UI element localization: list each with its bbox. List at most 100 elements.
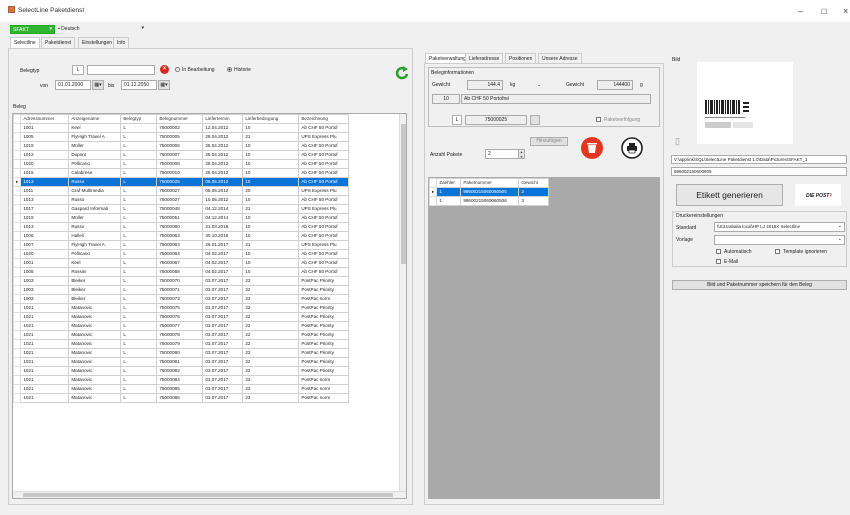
row-header[interactable] [13, 285, 22, 295]
maximize-icon[interactable]: ☐ [821, 8, 827, 16]
table-row[interactable]: 1003 Bleiker L 75000071 03.07.2017 22 PostPac … [13, 285, 350, 295]
package-row[interactable]: 1 99600215060060506 3 [429, 196, 550, 206]
clear-icon[interactable]: ✕ [160, 65, 169, 74]
belegtyp-search-input[interactable] [87, 65, 155, 75]
table-row[interactable]: 1005 FlyHigh Travel A L 75000005 29.04.2012 2… [13, 132, 350, 142]
row-header[interactable] [429, 196, 438, 206]
gewicht2-input[interactable]: 144400 [597, 80, 633, 90]
table-row[interactable]: 1021 Matanovic L 75000080 03.07.2017 22 PostPa… [13, 348, 350, 358]
row-header[interactable] [13, 348, 22, 358]
row-header[interactable] [13, 276, 22, 286]
table-row[interactable]: 1021 Matanovic L 75000085 03.07.2017 23 PostPa… [13, 384, 350, 394]
template-ignorieren-checkbox[interactable]: Template ignorieren [775, 249, 827, 255]
table-row[interactable]: ▸ 1013 Russo L 75000025 06.05.2012 10 Ab CHF 50… [13, 177, 350, 187]
row-header[interactable] [13, 249, 22, 259]
menu-tab[interactable]: Selectline [10, 37, 40, 48]
row-header[interactable] [13, 294, 22, 304]
table-row[interactable]: 1001 Keel L 75000002 12.04.2012 10 Ab CHF 50 P… [13, 123, 350, 133]
row-header[interactable] [13, 123, 22, 133]
package-row[interactable]: ▸ 1 99600215060060505 2 [429, 187, 550, 197]
menu-tab[interactable]: Info [113, 37, 130, 48]
row-header[interactable] [13, 321, 22, 331]
table-row[interactable]: 1021 Matanovic L 75000077 03.07.2017 22 PostPa… [13, 321, 350, 331]
horizontal-scrollbar[interactable] [13, 491, 406, 498]
row-header[interactable] [13, 366, 22, 376]
table-row[interactable]: 1001 Keel L 75000067 04.02.2017 10 Ab CHF 50 P… [13, 258, 350, 268]
table-row[interactable]: 1019 Müller L 75000051 04.12.2014 10 Ab CHF 50… [13, 213, 350, 223]
print-icon[interactable] [621, 137, 643, 159]
menu-tab[interactable]: Einstellungen [78, 37, 117, 48]
radio-in-bearbeitung[interactable]: In Bearbeitung [175, 67, 215, 73]
table-row[interactable]: 1017 Gaspard Informati L 75000048 04.12.2014… [13, 204, 350, 214]
table-row[interactable]: 1003 Bleiker L 75000070 03.07.2017 22 PostPac … [13, 276, 350, 286]
column-header[interactable]: Lieferbedingung [242, 114, 300, 124]
close-icon[interactable]: × [843, 6, 848, 16]
row-header[interactable] [13, 312, 22, 322]
row-header[interactable] [13, 393, 22, 403]
table-row[interactable]: 1015 Calabrese L 75000010 25.04.2012 10 Ab CHF… [13, 168, 350, 178]
column-header[interactable]: Belegnummer [156, 114, 204, 124]
belegtyp-field[interactable]: L [72, 65, 84, 75]
table-row[interactable]: 1021 Matanovic L 75000075 03.07.2017 22 PostPa… [13, 303, 350, 313]
row-header[interactable]: ▸ [429, 187, 438, 197]
minimize-icon[interactable]: – [798, 6, 803, 16]
anzahl-pakete-input[interactable]: 2 [485, 149, 521, 159]
table-row[interactable]: 1021 Matanovic L 75000078 03.07.2017 22 PostPa… [13, 330, 350, 340]
row-header[interactable] [13, 213, 22, 223]
row-header[interactable] [13, 240, 22, 250]
automatisch-checkbox[interactable]: Automatisch [716, 249, 752, 255]
table-row[interactable]: 1019 Müller L 75000006 25.04.2012 10 Ab CHF 50… [13, 141, 350, 151]
row-header[interactable]: ▸ [13, 177, 22, 187]
refresh-icon[interactable] [394, 65, 410, 82]
column-header[interactable]: Gewicht [518, 178, 550, 188]
column-header[interactable]: Adressnummer [20, 114, 70, 124]
table-row[interactable]: 1007 FlyHigh Travel A L 75000063 26.01.2017 2… [13, 240, 350, 250]
table-row[interactable]: 1021 Matanovic L 75000084 03.07.2017 23 PostPa… [13, 375, 350, 385]
table-row[interactable]: 1006 Rossini L 75000068 04.02.2017 10 Ab CHF 5… [13, 267, 350, 277]
row-header[interactable] [13, 204, 22, 214]
paketverfolgung-checkbox[interactable]: Paketverfolgung [596, 117, 640, 123]
table-row[interactable]: 1006 Halleli L 75000063 30.10.2016 10 Ab CHF 5… [13, 231, 350, 241]
column-header[interactable]: Belegtyp [120, 114, 158, 124]
table-row[interactable]: 1013 Russo L 75000027 10.05.2012 10 Ab CHF 50 … [13, 195, 350, 205]
row-header[interactable] [13, 186, 22, 196]
row-header[interactable] [13, 222, 22, 232]
bis-date-input[interactable]: 01.12.2050 [121, 80, 157, 90]
table-row[interactable]: 1013 Russo L 75000060 21.03.2016 10 Ab CHF 50 … [13, 222, 350, 232]
hinzufuegen-button[interactable]: Hinzufügen [530, 137, 568, 146]
menu-tab[interactable]: Paketdienst [41, 37, 76, 48]
delete-icon[interactable] [580, 136, 604, 160]
row-header[interactable] [13, 375, 22, 385]
row-header[interactable] [13, 195, 22, 205]
row-header[interactable] [13, 150, 22, 160]
vorlage-select[interactable]: ⌄ [714, 235, 845, 245]
calendar-icon[interactable]: ▦▾ [92, 80, 104, 90]
row-header[interactable] [13, 132, 22, 142]
email-checkbox[interactable]: E-Mail [716, 259, 738, 265]
row-header[interactable] [13, 384, 22, 394]
column-header[interactable]: Anzeigename [68, 114, 122, 124]
table-row[interactable]: 1012 Dupont L 75000007 25.04.2012 10 Ab CHF 50… [13, 150, 350, 160]
column-header[interactable]: Zaehler [436, 178, 462, 188]
row-header[interactable] [13, 330, 22, 340]
row-header[interactable] [13, 339, 22, 349]
column-header[interactable]: Bezeichnung [298, 114, 350, 124]
beleg-lookup-button[interactable] [530, 115, 540, 125]
row-header[interactable] [13, 303, 22, 313]
row-header[interactable] [13, 168, 22, 178]
radio-historie[interactable]: Historie [227, 67, 251, 73]
row-header[interactable] [13, 231, 22, 241]
vertical-scrollbar[interactable] [399, 114, 406, 492]
etikett-generieren-button[interactable]: Etikett generieren [676, 184, 783, 206]
row-header[interactable] [13, 159, 22, 169]
speichern-button[interactable]: Bild und Paketnummer speichern für den B… [672, 280, 847, 290]
row-header[interactable] [13, 258, 22, 268]
table-row[interactable]: 1021 Matanovic L 75000086 03.07.2017 23 PostPa… [13, 393, 350, 403]
table-row[interactable]: 1003 Bleiker L 75000073 03.07.2017 23 PostPac … [13, 294, 350, 304]
table-row[interactable]: 1021 Matanovic L 75000081 03.07.2017 22 PostPa… [13, 357, 350, 367]
row-header[interactable] [13, 357, 22, 367]
table-row[interactable]: 1020 Pellicano L 75000064 04.02.2017 10 Ab CHF… [13, 249, 350, 259]
row-header[interactable] [13, 141, 22, 151]
row-header[interactable] [13, 267, 22, 277]
table-row[interactable]: 1011 Graf Multimedia L 75000027 05.05.2012 20… [13, 186, 350, 196]
